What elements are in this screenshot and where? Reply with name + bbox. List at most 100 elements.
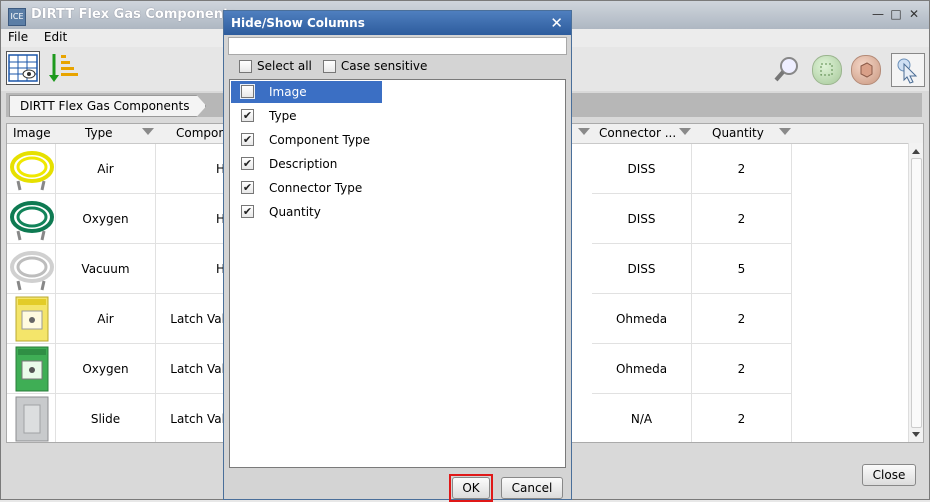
magnifier-icon [774, 57, 798, 82]
row-quantity: 2 [692, 394, 792, 442]
row-connector: N/A [592, 394, 692, 442]
cube-icon [860, 62, 873, 78]
row-quantity: 2 [692, 294, 792, 344]
column-checkbox[interactable]: ✔ [241, 133, 254, 146]
cancel-button[interactable]: Cancel [501, 477, 563, 499]
menu-file[interactable]: File [1, 29, 33, 44]
green-hose-image [10, 201, 54, 241]
white-hose-image [10, 251, 54, 291]
pointer-tool-button[interactable] [891, 53, 925, 87]
row-image [7, 244, 56, 294]
scroll-up-icon[interactable] [912, 149, 920, 154]
sort-button[interactable] [47, 51, 81, 85]
case-sensitive-checkbox[interactable] [322, 59, 336, 73]
vertical-scrollbar[interactable] [908, 143, 923, 442]
row-quantity: 2 [692, 344, 792, 394]
column-label: Image [269, 85, 307, 99]
column-label: Component Type [269, 133, 371, 147]
select-region-button[interactable] [812, 55, 842, 85]
row-type: Vacuum [56, 244, 156, 294]
filter-icon[interactable] [679, 128, 691, 135]
oxygen-valve-plate-image [15, 346, 49, 392]
dashed-select-icon [820, 63, 833, 76]
column-label: Connector Type [269, 181, 363, 195]
zoom-button[interactable] [773, 55, 801, 83]
column-filter-input[interactable] [228, 37, 567, 55]
filter-icon[interactable] [779, 128, 791, 135]
dialog-close-icon[interactable]: ✕ [550, 11, 563, 35]
breadcrumb[interactable]: DIRTT Flex Gas Components [9, 95, 206, 117]
scroll-thumb[interactable] [911, 158, 922, 428]
case-sensitive-label[interactable]: Case sensitive [341, 59, 428, 73]
header-connector[interactable]: Connector ... [593, 124, 683, 143]
select-all-label[interactable]: Select all [257, 59, 312, 73]
maximize-icon[interactable]: □ [889, 7, 903, 21]
minimize-icon[interactable]: — [871, 7, 885, 21]
row-type: Slide [56, 394, 156, 442]
slide-plate-image [15, 396, 49, 442]
column-checkbox[interactable]: ✔ [241, 157, 254, 170]
column-item-component-type[interactable]: ✔ Component Type [230, 128, 565, 152]
close-window-icon[interactable]: ✕ [907, 7, 921, 21]
column-item-image[interactable]: Image [230, 80, 565, 104]
column-list: Image ✔ Type ✔ Component Type ✔ Descript… [229, 79, 566, 468]
scroll-down-icon[interactable] [912, 432, 920, 437]
box-view-button[interactable] [851, 55, 881, 85]
column-checkbox[interactable]: ✔ [241, 181, 254, 194]
row-connector: Ohmeda [592, 294, 692, 344]
row-connector: DISS [592, 244, 692, 294]
row-quantity: 5 [692, 244, 792, 294]
row-image [7, 294, 56, 344]
column-label: Type [269, 109, 297, 123]
close-button[interactable]: Close [862, 464, 916, 486]
filter-icon[interactable] [578, 128, 590, 135]
row-quantity: 2 [692, 194, 792, 244]
header-image[interactable]: Image [7, 124, 56, 143]
row-connector: DISS [592, 144, 692, 194]
row-component: Latch Val [156, 344, 226, 394]
row-image [7, 194, 56, 244]
column-checkbox[interactable] [241, 85, 254, 98]
hide-show-columns-dialog: Hide/Show Columns ✕ Select all Case sens… [223, 10, 572, 502]
row-component: H [156, 144, 226, 194]
row-component: Latch Val [156, 394, 226, 442]
filter-icon[interactable] [142, 128, 154, 135]
air-valve-plate-image [15, 296, 49, 342]
column-item-type[interactable]: ✔ Type [230, 104, 565, 128]
window-title: DIRTT Flex Gas Components [31, 7, 237, 22]
pointer-icon [897, 58, 918, 84]
sort-descending-icon [49, 54, 78, 82]
menu-edit[interactable]: Edit [37, 29, 72, 44]
header-type[interactable]: Type [79, 124, 139, 143]
column-item-description[interactable]: ✔ Description [230, 152, 565, 176]
row-type: Air [56, 144, 156, 194]
row-quantity: 2 [692, 144, 792, 194]
row-connector: Ohmeda [592, 344, 692, 394]
row-image [7, 144, 56, 194]
row-type: Oxygen [56, 194, 156, 244]
row-component: H [156, 194, 226, 244]
dialog-options: Select all Case sensitive [239, 57, 433, 75]
column-checkbox[interactable]: ✔ [241, 205, 254, 218]
window-controls: — □ ✕ [871, 7, 921, 21]
row-connector: DISS [592, 194, 692, 244]
ok-button[interactable]: OK [452, 477, 490, 499]
dialog-title: Hide/Show Columns [231, 16, 365, 30]
dialog-title-bar: Hide/Show Columns ✕ [224, 11, 571, 35]
select-all-checkbox[interactable] [239, 59, 252, 73]
column-checkbox[interactable]: ✔ [241, 109, 254, 122]
row-type: Oxygen [56, 344, 156, 394]
column-item-connector-type[interactable]: ✔ Connector Type [230, 176, 565, 200]
app-icon: ICE [8, 8, 26, 26]
header-quantity[interactable]: Quantity [706, 124, 776, 143]
column-label: Quantity [269, 205, 321, 219]
table-columns-icon [8, 54, 38, 82]
row-image [7, 394, 56, 442]
row-component: Latch Val [156, 294, 226, 344]
yellow-hose-image [10, 151, 54, 191]
hide-show-columns-button[interactable] [6, 51, 40, 85]
column-label: Description [269, 157, 338, 171]
column-item-quantity[interactable]: ✔ Quantity [230, 200, 565, 224]
row-component: H [156, 244, 226, 294]
header-component[interactable]: Componer [170, 124, 230, 143]
